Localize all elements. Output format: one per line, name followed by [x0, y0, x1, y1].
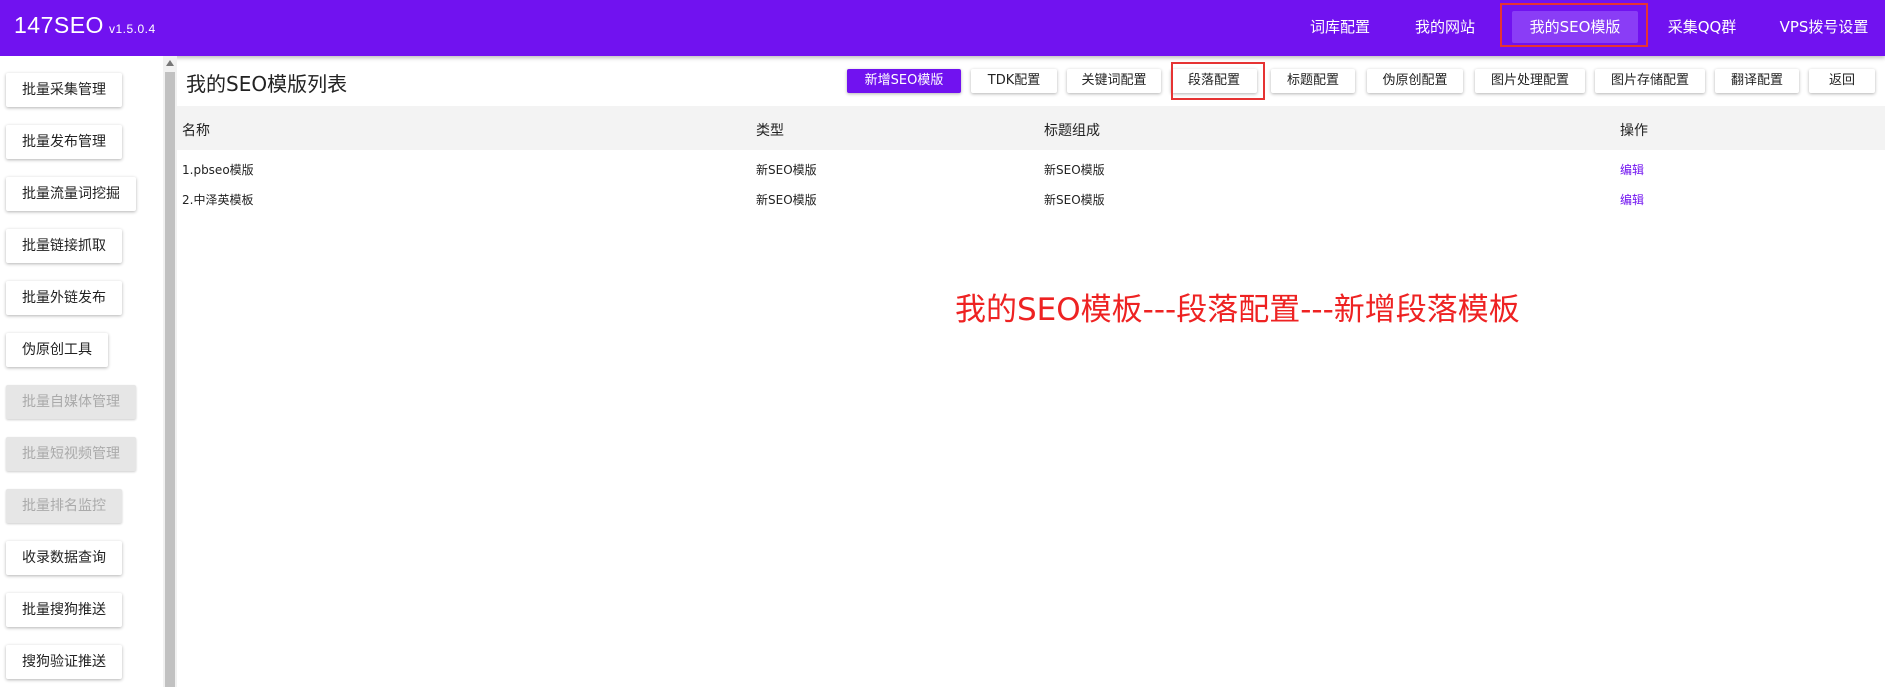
column-header-name: 名称 — [182, 123, 210, 139]
tdk-config-button[interactable]: TDK配置 — [971, 69, 1057, 93]
pseudo-original-config-button[interactable]: 伪原创配置 — [1367, 69, 1463, 93]
nav-word-library[interactable]: 词库配置 — [1292, 11, 1388, 43]
sidebar-item-short-video[interactable]: 批量短视频管理 — [6, 437, 136, 471]
column-header-title-composition: 标题组成 — [1044, 123, 1100, 139]
highlight-box-paragraph-config — [1171, 62, 1265, 100]
sidebar-item-pseudo-original[interactable]: 伪原创工具 — [6, 333, 108, 367]
cell-name: 2.中泽英模板 — [182, 193, 254, 207]
annotation-caption: 我的SEO模板---段落配置---新增段落模板 — [955, 292, 1520, 328]
column-header-type: 类型 — [756, 123, 784, 139]
back-button[interactable]: 返回 — [1809, 69, 1875, 93]
table-header: 名称 类型 标题组成 操作 — [177, 106, 1885, 150]
sidebar-item-sogou-push[interactable]: 批量搜狗推送 — [6, 593, 122, 627]
scrollbar-thumb[interactable] — [165, 72, 175, 687]
sidebar-scrollbar[interactable] — [163, 56, 177, 687]
sidebar-item-we-media[interactable]: 批量自媒体管理 — [6, 385, 136, 419]
cell-type: 新SEO模版 — [756, 193, 817, 207]
image-storage-config-button[interactable]: 图片存储配置 — [1595, 69, 1705, 93]
sidebar: 批量采集管理 批量发布管理 批量流量词挖掘 批量链接抓取 批量外链发布 伪原创工… — [0, 56, 163, 687]
edit-link[interactable]: 编辑 — [1620, 157, 1644, 183]
image-process-config-button[interactable]: 图片处理配置 — [1475, 69, 1585, 93]
sidebar-item-sogou-verify-push[interactable]: 搜狗验证推送 — [6, 645, 122, 679]
sidebar-item-batch-collect[interactable]: 批量采集管理 — [6, 73, 122, 107]
table-row: 2.中泽英模板 新SEO模版 新SEO模版 编辑 — [177, 187, 1885, 213]
sidebar-item-traffic-keywords[interactable]: 批量流量词挖掘 — [6, 177, 136, 211]
sidebar-item-rank-monitor[interactable]: 批量排名监控 — [6, 489, 122, 523]
cell-name: 1.pbseo模版 — [182, 163, 254, 177]
nav-collect-qq-groups[interactable]: 采集QQ群 — [1656, 11, 1748, 43]
sidebar-item-index-query[interactable]: 收录数据查询 — [6, 541, 122, 575]
keyword-config-button[interactable]: 关键词配置 — [1067, 69, 1161, 93]
scroll-up-arrow-icon[interactable] — [166, 60, 174, 66]
edit-link[interactable]: 编辑 — [1620, 187, 1644, 213]
sidebar-item-link-crawl[interactable]: 批量链接抓取 — [6, 229, 122, 263]
translate-config-button[interactable]: 翻译配置 — [1715, 69, 1799, 93]
sidebar-item-external-links[interactable]: 批量外链发布 — [6, 281, 122, 315]
nav-vps-dialup-settings[interactable]: VPS拨号设置 — [1766, 11, 1882, 43]
column-header-action: 操作 — [1620, 123, 1648, 139]
title-config-button[interactable]: 标题配置 — [1271, 69, 1355, 93]
sidebar-item-batch-publish[interactable]: 批量发布管理 — [6, 125, 122, 159]
app-header: 147SEO v1.5.0.4 词库配置 我的网站 我的SEO模版 采集QQ群 V… — [0, 0, 1885, 56]
nav-my-sites[interactable]: 我的网站 — [1398, 11, 1492, 43]
cell-title-composition: 新SEO模版 — [1044, 163, 1105, 177]
table-row: 1.pbseo模版 新SEO模版 新SEO模版 编辑 — [177, 157, 1885, 183]
page-title: 我的SEO模版列表 — [186, 72, 348, 96]
cell-type: 新SEO模版 — [756, 163, 817, 177]
add-seo-template-button[interactable]: 新增SEO模版 — [847, 69, 961, 93]
main-content: 我的SEO模版列表 新增SEO模版 TDK配置 关键词配置 段落配置 标题配置 … — [177, 56, 1885, 687]
highlight-box-nav — [1500, 3, 1648, 47]
cell-title-composition: 新SEO模版 — [1044, 193, 1105, 207]
